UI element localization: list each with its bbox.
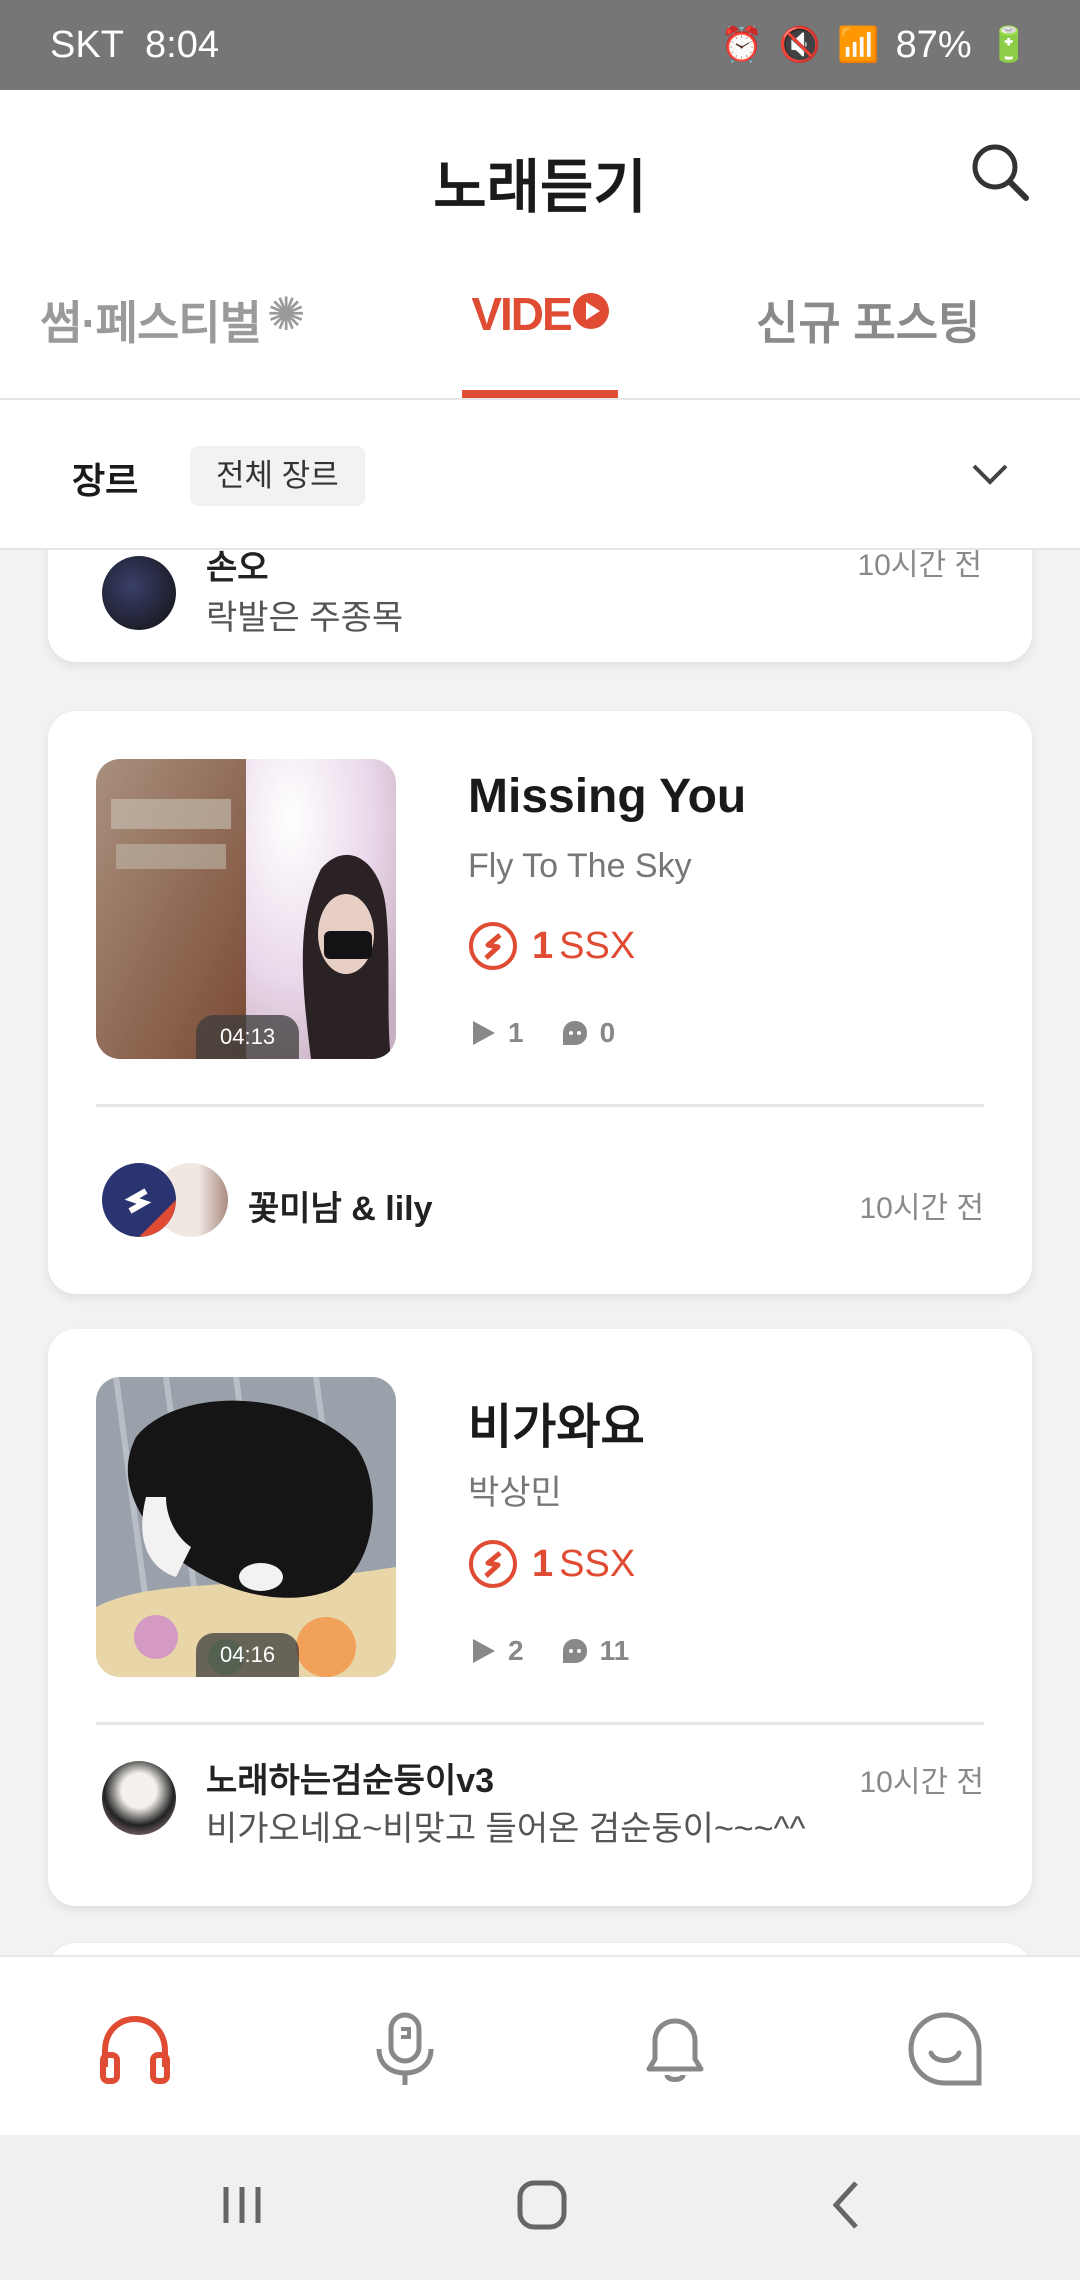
user-name[interactable]: 손오 xyxy=(206,550,269,589)
post-time: 10시간 전 xyxy=(859,1766,984,1799)
genre-label: 장르 xyxy=(72,460,139,501)
chevron-down-icon xyxy=(972,464,1008,485)
status-bar: SKT 8:04 ⏰ 🔇 📶 87% 🔋 xyxy=(0,0,1080,90)
nav-profile-button[interactable] xyxy=(905,2009,985,2089)
alarm-icon: ⏰ xyxy=(720,26,763,64)
genre-chip[interactable]: 전체 장르 xyxy=(190,446,365,506)
clock: 8:04 xyxy=(145,23,219,66)
avatar[interactable] xyxy=(102,556,176,630)
song-title[interactable]: Missing You xyxy=(468,769,746,824)
user-name[interactable]: 노래하는검순둥이v3 xyxy=(206,1753,494,1802)
tab-new-posting[interactable]: 신규 포스팅 xyxy=(756,275,980,400)
video-duration: 04:13 xyxy=(196,1015,300,1059)
nav-sing-button[interactable] xyxy=(365,2009,445,2089)
s-logo-icon xyxy=(124,1188,176,1237)
tab-festival[interactable]: 썸·페스티벌 ✺ xyxy=(40,275,306,400)
thumbnail-image xyxy=(96,1377,396,1677)
song-artist: 박상민 xyxy=(468,1474,562,1512)
avatar[interactable] xyxy=(102,1761,176,1835)
recent-apps-button[interactable] xyxy=(212,2175,272,2235)
active-tab-indicator xyxy=(462,390,618,398)
ssx-reward: 1 SSX xyxy=(468,921,635,971)
back-icon xyxy=(832,2181,858,2229)
play-icon xyxy=(473,1021,495,1045)
comment-icon xyxy=(562,1021,587,1045)
feed-card[interactable]: 04:16 비가와요 박상민 1 SSX 2 11 노래하는검순둥이v3 10시… xyxy=(48,1329,1032,1906)
play-icon xyxy=(473,1639,495,1663)
home-icon xyxy=(517,2180,567,2230)
profile-face-icon xyxy=(908,2012,982,2086)
video-thumbnail[interactable]: 04:13 xyxy=(96,759,396,1059)
post-time: 10시간 전 xyxy=(859,1192,984,1225)
thumbnail-image xyxy=(96,759,396,1059)
ssx-reward: 1 SSX xyxy=(468,1539,635,1589)
system-nav-bar xyxy=(0,2135,1080,2280)
bell-icon xyxy=(646,2018,704,2082)
status-icons: ⏰ 🔇 📶 87% 🔋 xyxy=(721,24,1030,67)
search-button[interactable] xyxy=(968,140,1032,204)
video-stats: 2 11 xyxy=(468,1635,665,1667)
battery-icon: 🔋 xyxy=(987,26,1030,64)
avatar[interactable] xyxy=(102,1163,176,1237)
category-tabs: 썸·페스티벌 ✺ VIDE 신규 포스팅 xyxy=(0,275,1080,400)
video-duration: 04:16 xyxy=(196,1633,300,1677)
post-time: 10시간 전 xyxy=(857,550,982,582)
signal-icon: 📶 xyxy=(837,26,880,64)
battery-level: 87% xyxy=(895,23,972,66)
video-feed[interactable]: 손오 10시간 전 락발은 주종목 04:13 Missing You Fly … xyxy=(0,550,1080,1955)
card-footer: 노래하는검순둥이v3 10시간 전 비가오네요~비맞고 들어온 검순둥이~~~^… xyxy=(96,1725,984,1906)
microphone-icon xyxy=(376,2012,434,2085)
tab-video[interactable]: VIDE xyxy=(462,275,618,400)
bottom-nav xyxy=(0,1955,1080,2135)
search-icon xyxy=(972,144,1029,201)
nav-listen-button[interactable] xyxy=(95,2009,175,2089)
video-thumbnail[interactable]: 04:16 xyxy=(96,1377,396,1677)
sparkle-icon: ✺ xyxy=(266,288,306,340)
comment-text: 비가오네요~비맞고 들어온 검순둥이~~~^^ xyxy=(206,1810,806,1848)
feed-card[interactable] xyxy=(48,1943,1032,1955)
recent-apps-icon xyxy=(223,2187,261,2223)
comment-text: 락발은 주종목 xyxy=(206,599,404,637)
home-button[interactable] xyxy=(512,2175,572,2235)
ssx-coin-icon xyxy=(469,922,517,970)
card-footer: 꽃미남 & lily 10시간 전 xyxy=(96,1107,984,1294)
carrier-label: SKT xyxy=(50,23,124,66)
video-stats: 1 0 xyxy=(468,1017,651,1049)
genre-filter: 장르 전체 장르 xyxy=(0,400,1080,550)
headphones-icon xyxy=(100,2015,170,2084)
carrier-time: SKT 8:04 xyxy=(50,24,721,67)
play-o-icon xyxy=(572,293,609,329)
feed-card[interactable]: 04:13 Missing You Fly To The Sky 1 SSX 1… xyxy=(48,711,1032,1294)
song-title[interactable]: 비가와요 xyxy=(468,1387,645,1457)
user-name[interactable]: 꽃미남 & lily xyxy=(248,1181,433,1230)
page-title: 노래듣기 xyxy=(433,155,647,220)
back-button[interactable] xyxy=(818,2175,878,2235)
comment-icon xyxy=(562,1639,587,1663)
ssx-coin-icon xyxy=(469,1540,517,1588)
feed-card[interactable]: 손오 10시간 전 락발은 주종목 xyxy=(48,550,1032,662)
mute-icon: 🔇 xyxy=(778,26,822,64)
nav-notifications-button[interactable] xyxy=(635,2009,715,2089)
app-header: 노래듣기 썸·페스티벌 ✺ VIDE 신규 포스팅 xyxy=(0,90,1080,400)
song-artist: Fly To The Sky xyxy=(468,847,692,885)
genre-dropdown-button[interactable] xyxy=(968,452,1012,496)
